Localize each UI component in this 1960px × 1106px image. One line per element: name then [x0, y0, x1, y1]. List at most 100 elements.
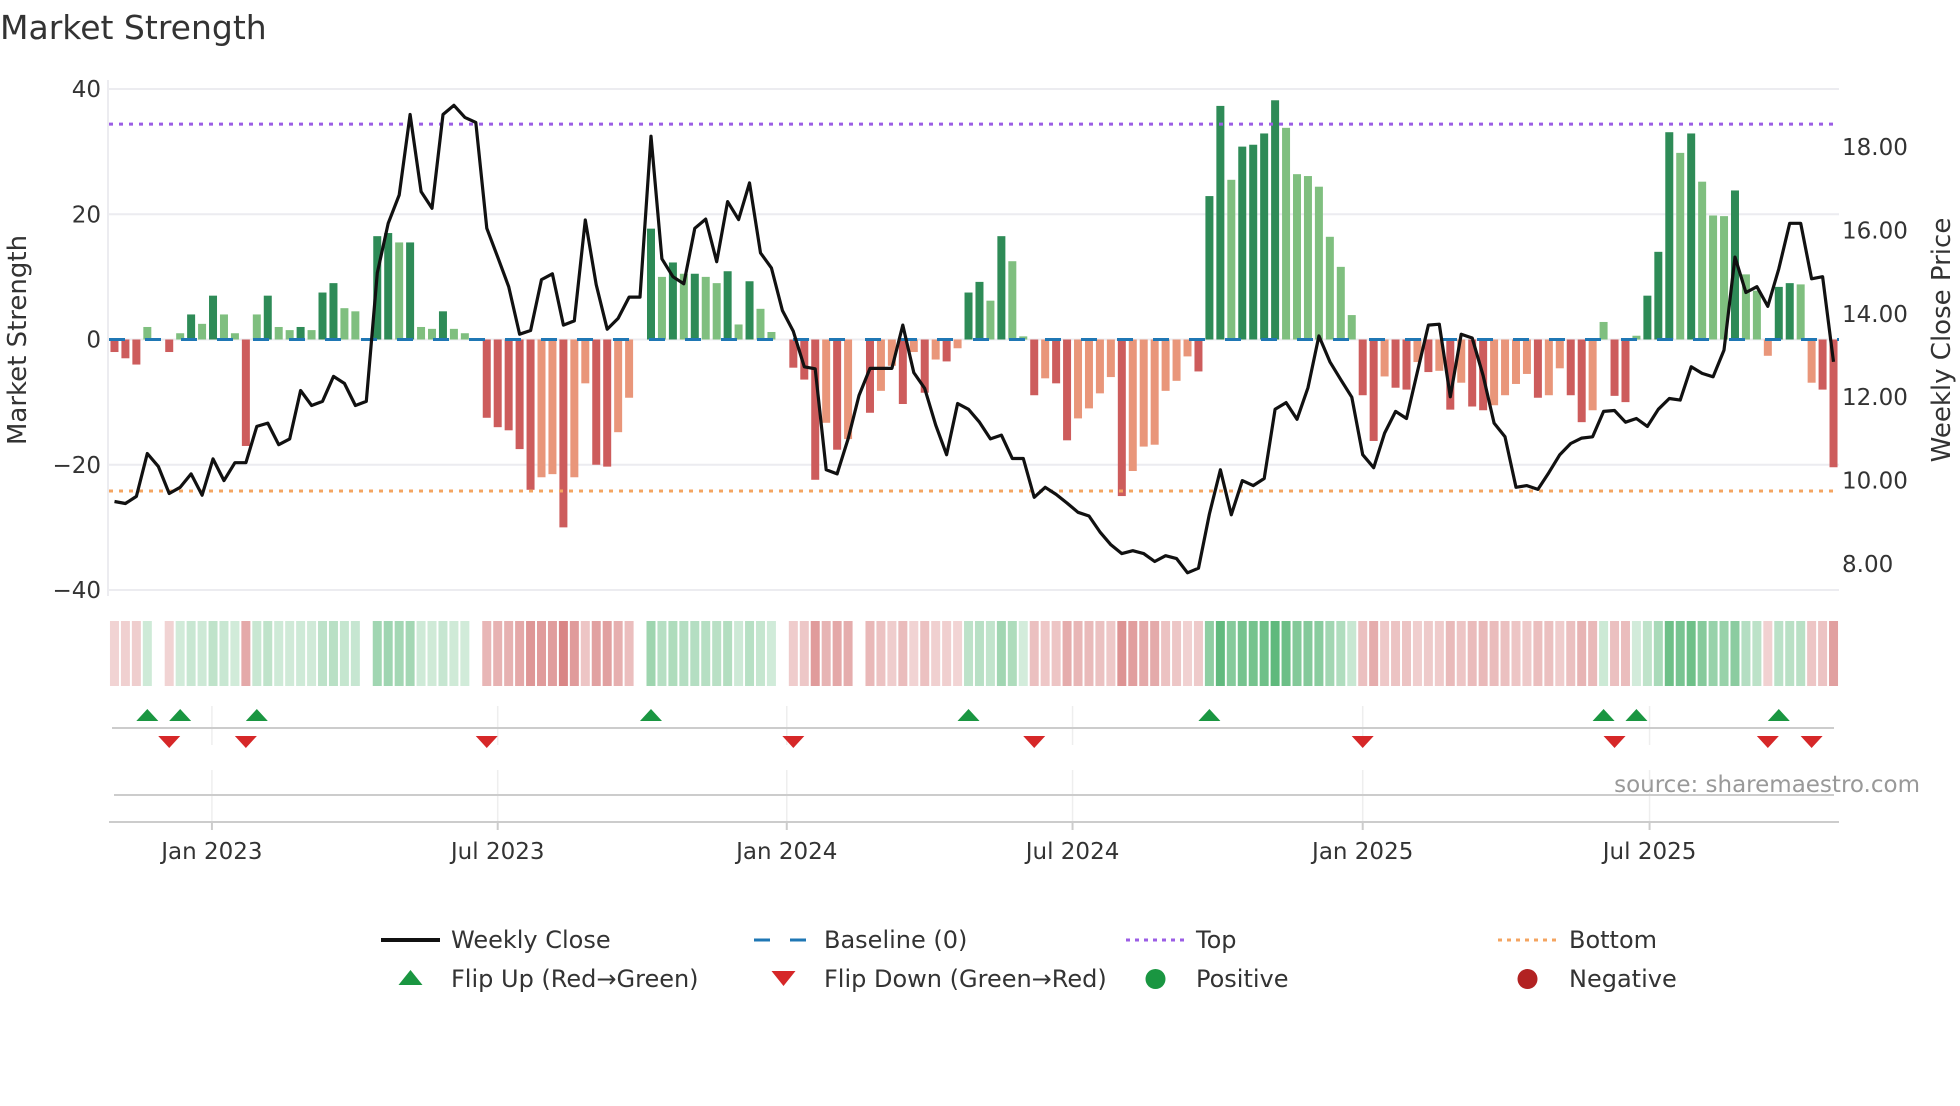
strength-bar — [1074, 339, 1083, 419]
triangle-down-icon — [771, 971, 796, 986]
x-tick-label: Jul 2023 — [449, 839, 545, 865]
strength-bar — [165, 339, 174, 353]
strip-cell — [974, 621, 984, 686]
strength-bar — [1654, 251, 1663, 340]
strip-cell — [646, 621, 656, 686]
x-tick-label: Jan 2025 — [1310, 839, 1413, 865]
strength-bar — [1358, 339, 1367, 396]
strip-cell — [843, 621, 853, 686]
strip-cell — [120, 621, 130, 686]
strength-bar — [1238, 146, 1247, 340]
strip-cell — [493, 621, 503, 686]
strip-cell — [263, 621, 273, 686]
strength-bar — [537, 339, 546, 478]
legend-label: Weekly Close — [451, 926, 611, 954]
strip-cell — [164, 621, 174, 686]
strip-cell — [1237, 621, 1247, 686]
strength-bar — [329, 283, 338, 340]
strip-cell — [1259, 621, 1269, 686]
strength-bar — [964, 292, 973, 340]
strip-cell — [1730, 621, 1740, 686]
strip-cell — [142, 621, 152, 686]
flip-up-marker — [957, 709, 980, 721]
strip-cell — [372, 621, 382, 686]
strip-cell — [1412, 621, 1422, 686]
strip-cell — [394, 621, 404, 686]
strip-cell — [416, 621, 426, 686]
strip-cell — [624, 621, 634, 686]
strip-cell — [821, 621, 831, 686]
strip-cell — [766, 621, 776, 686]
y-right-tick-label: 8.00 — [1842, 552, 1893, 578]
strength-bar — [1271, 100, 1280, 340]
strength-bar — [745, 281, 754, 340]
y-axis-title-right: Weekly Close Price — [1927, 218, 1957, 463]
y-tick-label: 20 — [72, 202, 101, 228]
strip-cell — [778, 621, 787, 686]
strip-cell — [1139, 621, 1149, 686]
strip-cell — [580, 621, 590, 686]
strength-bar — [614, 339, 623, 433]
strip-cell — [285, 621, 295, 686]
strip-cell — [690, 621, 700, 686]
flip-up-marker — [245, 709, 268, 721]
legend-label: Flip Down (Green→Red) — [824, 965, 1107, 993]
strength-bar — [1501, 339, 1510, 396]
strength-bar — [734, 324, 743, 340]
y-tick-label: −20 — [52, 453, 101, 479]
legend-label: Baseline (0) — [824, 926, 967, 954]
strip-cell — [1555, 621, 1565, 686]
strength-bar — [1424, 339, 1433, 373]
strength-bar — [625, 339, 634, 398]
strength-bar — [121, 339, 130, 359]
strip-cell — [1785, 621, 1795, 686]
y-right-tick-label: 14.00 — [1842, 302, 1908, 328]
strength-bar — [515, 339, 524, 450]
strength-bar — [603, 339, 612, 467]
strength-bar — [1796, 284, 1805, 340]
strip-cell — [1183, 621, 1193, 686]
strength-bar — [1063, 339, 1072, 441]
strip-cell — [909, 621, 919, 686]
strip-cell — [920, 621, 930, 686]
strip-cell — [241, 621, 251, 686]
strip-cell — [602, 621, 612, 686]
strip-cell — [657, 621, 667, 686]
strength-bar — [581, 339, 590, 384]
strip-cell — [1347, 621, 1357, 686]
strip-cell — [876, 621, 886, 686]
strength-bar — [1577, 339, 1586, 423]
strip-cell — [350, 621, 360, 686]
strength-bar — [986, 300, 995, 340]
strength-bar — [953, 339, 962, 349]
circle-icon — [1517, 969, 1538, 989]
strength-bar — [1566, 339, 1575, 396]
strength-bar — [1249, 144, 1258, 340]
strength-bar — [307, 330, 316, 340]
strip-cell — [1292, 621, 1302, 686]
strength-bar — [1490, 339, 1499, 406]
x-tick-label: Jan 2023 — [159, 839, 262, 865]
strip-cell — [504, 621, 514, 686]
strength-bar — [646, 228, 655, 340]
strip-cell — [996, 621, 1006, 686]
strip-cell — [252, 621, 262, 686]
strength-bar — [1008, 261, 1017, 340]
legend-label: Top — [1195, 926, 1237, 954]
strength-bar — [756, 308, 765, 340]
x-tick-label: Jan 2024 — [734, 839, 837, 865]
strip-cell — [964, 621, 974, 686]
strength-bar — [1095, 339, 1104, 394]
strength-bar — [1621, 339, 1630, 403]
strip-cell — [799, 621, 809, 686]
strip-cell — [1456, 621, 1466, 686]
strength-bar — [1555, 339, 1564, 369]
strength-bar — [1314, 186, 1323, 340]
legend-label: Flip Up (Red→Green) — [451, 965, 699, 993]
strength-bar — [1227, 179, 1236, 340]
strip-cell — [679, 621, 689, 686]
strip-cell — [1752, 621, 1762, 686]
strip-cell — [307, 621, 317, 686]
strength-bar — [548, 339, 557, 475]
strength-bar — [1106, 339, 1115, 378]
